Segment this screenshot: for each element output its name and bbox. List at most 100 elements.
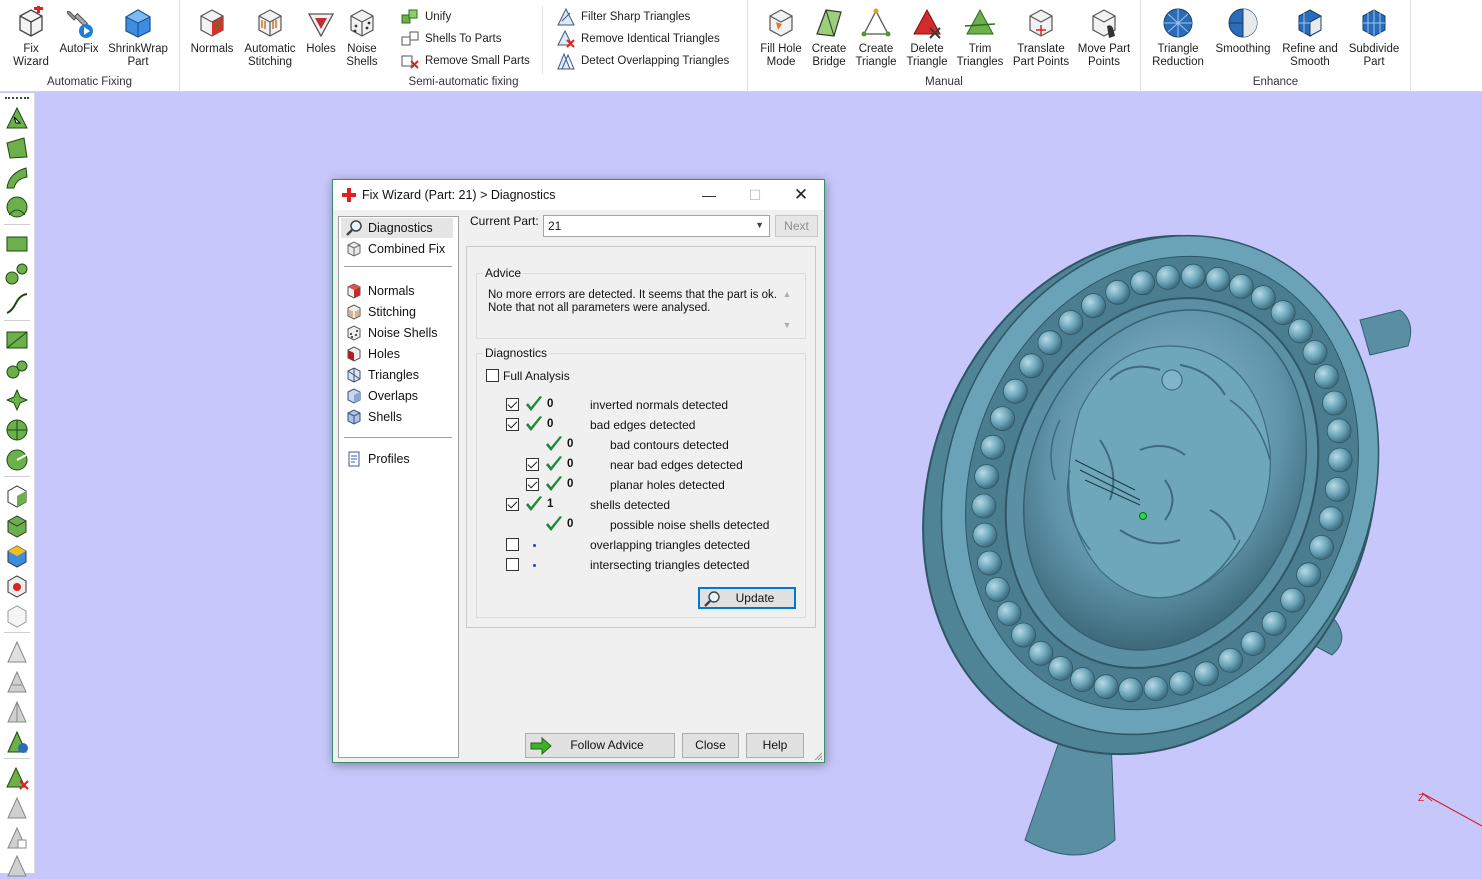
triangle-reduction-button[interactable]: Triangle Reduction (1149, 6, 1207, 69)
diagnostic-checkbox[interactable] (506, 418, 519, 431)
nav-item-holes[interactable]: Holes (341, 344, 453, 364)
unify-button[interactable]: Unify (400, 7, 451, 27)
advice-scrollbar[interactable]: ▲ ▼ (779, 288, 795, 334)
unify-icon (401, 9, 418, 24)
nav-item-profiles[interactable]: Profiles (341, 449, 453, 469)
maximize-button[interactable]: ☐ (732, 180, 778, 210)
normals-button[interactable]: Normals (188, 6, 236, 56)
shrinkwrap-button[interactable]: ShrinkWrap Part (104, 6, 172, 69)
select-fan-icon[interactable] (4, 447, 30, 473)
dialog-titlebar[interactable]: Fix Wizard (Part: 21) > Diagnostics — ☐ … (333, 180, 824, 210)
part-box-color-icon[interactable] (4, 543, 30, 569)
create-triangle-button[interactable]: Create Triangle (852, 6, 900, 69)
detect-overlapping-triangles-button[interactable]: Detect Overlapping Triangles (556, 51, 729, 71)
select-plane-icon[interactable] (4, 327, 30, 353)
remove-identical-triangles-button[interactable]: Remove Identical Triangles (556, 29, 720, 49)
bead (1155, 265, 1181, 290)
nav-item-noise-shells[interactable]: Noise Shells (341, 323, 453, 343)
viewport-model[interactable]: Z (880, 150, 1482, 873)
select-grow-icon[interactable] (4, 357, 30, 383)
diagnostic-text: bad edges detected (590, 418, 696, 432)
help-button[interactable]: Help (746, 733, 804, 758)
holes-button[interactable]: Holes (302, 6, 340, 56)
diagnostic-checkbox[interactable] (506, 538, 519, 551)
select-shell-icon[interactable] (4, 195, 30, 221)
triangle-gray-1-icon[interactable] (4, 639, 30, 665)
triangle-gray-2-icon[interactable] (4, 669, 30, 695)
nav-item-stitching[interactable]: Stitching (341, 302, 453, 322)
automatic-stitching-button[interactable]: Automatic Stitching (240, 6, 300, 69)
holes-icon (307, 13, 335, 38)
triangle-gray-6-icon[interactable] (4, 853, 30, 879)
part-box-gray-icon[interactable] (4, 603, 30, 629)
nav-item-shells[interactable]: Shells (341, 407, 453, 427)
remove-small-parts-button[interactable]: Remove Small Parts (400, 51, 530, 71)
noise-shells-button[interactable]: Noise Shells (342, 6, 382, 69)
nav-item-diagnostics[interactable]: Diagnostics (341, 218, 453, 238)
magnifier-icon (346, 220, 362, 236)
move-points-icon (1092, 9, 1116, 38)
select-triangle-icon[interactable] (4, 105, 30, 131)
move-part-points-button[interactable]: Move Part Points (1076, 6, 1132, 69)
translate-points-icon (1029, 9, 1053, 37)
select-flood-icon[interactable] (4, 387, 30, 413)
close-window-button[interactable]: ✕ (778, 180, 824, 210)
part-box-icon[interactable] (4, 483, 30, 509)
select-wheel-icon[interactable] (4, 417, 30, 443)
autofix-button[interactable]: AutoFix (56, 6, 102, 56)
triangle-gray-3-icon[interactable] (4, 699, 30, 725)
minimize-button[interactable]: — (686, 180, 732, 210)
fill-hole-mode-button[interactable]: Fill Hole Mode (756, 6, 806, 69)
bead (974, 464, 999, 490)
subdivide-part-button[interactable]: Subdivide Part (1345, 6, 1403, 69)
bead (1218, 647, 1243, 673)
trim-triangles-button[interactable]: Trim Triangles (954, 6, 1006, 69)
next-button[interactable]: Next (775, 215, 818, 237)
delete-triangle-button[interactable]: Delete Triangle (902, 6, 952, 69)
nav-item-triangles[interactable]: Triangles (341, 365, 453, 385)
toolbar-separator (4, 758, 30, 759)
shells-to-parts-button[interactable]: Shells To Parts (400, 29, 502, 49)
filter-sharp-triangles-button[interactable]: Filter Sharp Triangles (556, 7, 690, 27)
part-box-green-icon[interactable] (4, 513, 30, 539)
automatic-stitching-label: Automatic Stitching (244, 43, 296, 68)
diagnostic-checkbox[interactable] (526, 458, 539, 471)
smoothing-button[interactable]: Smoothing (1211, 6, 1275, 56)
full-analysis-checkbox[interactable] (486, 369, 499, 382)
triangle-gray-4-icon[interactable] (4, 795, 30, 821)
select-lasso-icon[interactable] (4, 291, 30, 317)
nav-item-normals[interactable]: Normals (341, 281, 453, 301)
refine-and-smooth-button[interactable]: Refine and Smooth (1277, 6, 1343, 69)
magnifier-icon (704, 591, 720, 607)
triangle-globe-icon[interactable] (4, 729, 30, 755)
diagnostic-checkbox[interactable] (506, 398, 519, 411)
diagnostic-checkbox[interactable] (506, 558, 519, 571)
nav-item-combined-fix[interactable]: Combined Fix (341, 239, 453, 259)
select-surface-icon[interactable] (4, 135, 30, 161)
follow-advice-button[interactable]: Follow Advice (525, 733, 675, 758)
triangle-gray-5-icon[interactable] (4, 825, 30, 851)
triangle-delete-icon[interactable] (4, 765, 30, 791)
diagnostic-checkbox[interactable] (506, 498, 519, 511)
current-part-select[interactable]: 21 ▼ (543, 215, 770, 237)
fix-wizard-button[interactable]: Fix Wizard (6, 6, 56, 69)
diagnostic-checkbox[interactable] (526, 478, 539, 491)
ok-check-icon (546, 516, 562, 531)
close-button[interactable]: Close (682, 733, 739, 758)
diagnostic-text: near bad edges detected (610, 458, 743, 472)
part-box-red-icon[interactable] (4, 573, 30, 599)
select-curvature-icon[interactable] (4, 165, 30, 191)
select-box-icon[interactable] (4, 231, 30, 257)
update-button[interactable]: Update (698, 587, 796, 609)
resize-grip-icon[interactable] (813, 751, 823, 761)
translate-part-points-button[interactable]: Translate Part Points (1006, 6, 1076, 69)
scroll-up-icon[interactable]: ▲ (779, 288, 795, 301)
scroll-down-icon[interactable]: ▼ (779, 319, 795, 332)
nav-item-overlaps[interactable]: Overlaps (341, 386, 453, 406)
select-brush-icon[interactable] (4, 261, 30, 287)
remove-small-parts-icon (401, 55, 419, 69)
bead (1130, 270, 1156, 296)
axis-label-z: Z (1418, 793, 1424, 804)
create-bridge-button[interactable]: Create Bridge (808, 6, 850, 69)
bead (1105, 279, 1131, 305)
